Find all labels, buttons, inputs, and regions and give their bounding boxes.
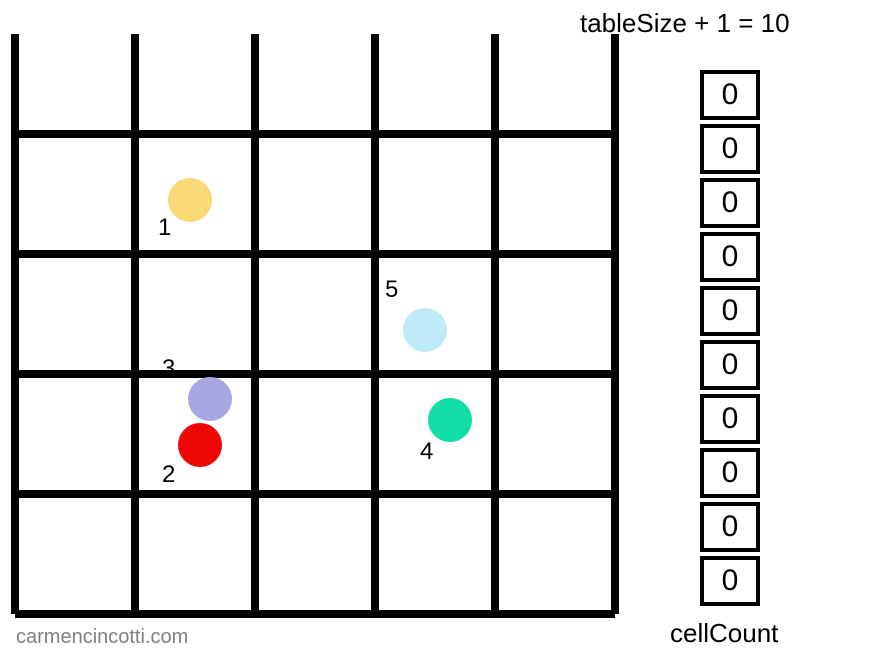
cell-box: 0 [700,232,760,282]
cell-value: 0 [722,456,739,490]
grid-v-line [371,34,379,614]
cell-value: 0 [722,294,739,328]
grid-h-line [15,130,615,138]
cell-box: 0 [700,394,760,444]
particle-dot [403,308,447,352]
cell-box: 0 [700,448,760,498]
particle-dot [168,178,212,222]
grid-h-line [15,490,615,498]
grid-v-line [251,34,259,614]
cell-box: 0 [700,340,760,390]
cell-value: 0 [722,78,739,112]
grid-v-line [11,34,19,614]
particle-label: 5 [385,276,398,304]
cell-box: 0 [700,70,760,120]
cell-count-label: cellCount [670,618,778,649]
grid-h-line [15,610,615,618]
grid-v-line [131,34,139,614]
cell-value: 0 [722,510,739,544]
diagram-stage: tableSize + 1 = 10 12345 0000000000 cell… [0,0,884,657]
particle-label: 4 [420,438,433,466]
particle-label: 1 [158,214,171,242]
particle-label: 3 [162,355,175,383]
grid-h-line [15,370,615,378]
particle-dot [178,423,222,467]
particle-dot [428,398,472,442]
particle-label: 2 [162,461,175,489]
cell-value: 0 [722,402,739,436]
cell-box: 0 [700,556,760,606]
grid-h-line [15,250,615,258]
cell-box: 0 [700,502,760,552]
cell-box: 0 [700,178,760,228]
watermark: carmencincotti.com [16,626,188,649]
grid-v-line [611,34,619,614]
particle-dot [188,377,232,421]
cell-box: 0 [700,286,760,336]
cell-value: 0 [722,240,739,274]
cell-value: 0 [722,564,739,598]
grid-v-line [491,34,499,614]
cell-value: 0 [722,132,739,166]
cell-value: 0 [722,186,739,220]
cell-box: 0 [700,124,760,174]
cell-value: 0 [722,348,739,382]
